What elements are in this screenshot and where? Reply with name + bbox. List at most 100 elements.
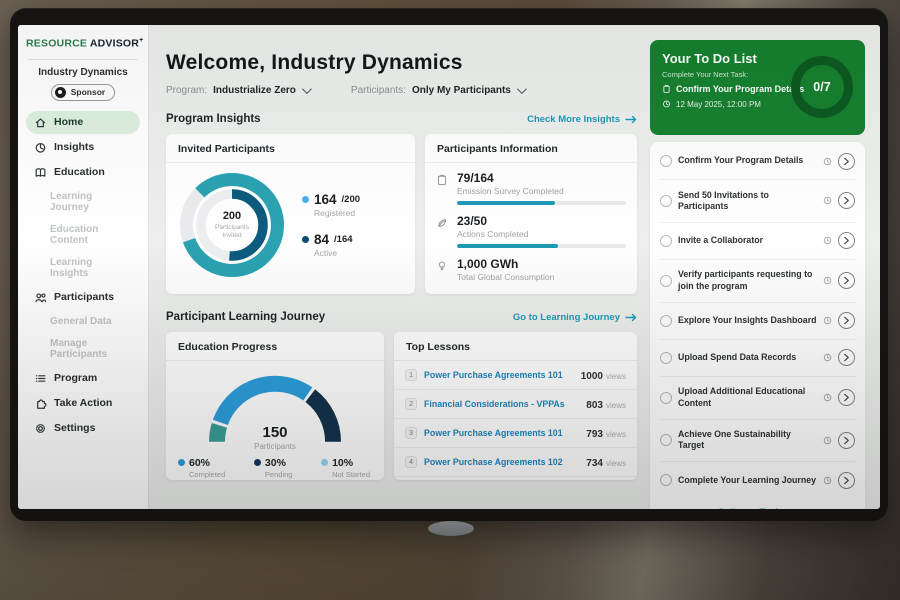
participants-filter-label: Participants: — [351, 85, 406, 96]
check-more-insights-link[interactable]: Check More Insights — [527, 114, 637, 125]
monitor-stand — [428, 521, 474, 536]
donut-legend: 164 /200 Registered 84 /164 — [302, 192, 360, 258]
lesson-row: 3 Power Purchase Agreements 101 793views — [394, 418, 637, 447]
program-dropdown[interactable]: Program: Industrialize Zero — [166, 85, 309, 96]
clock-icon — [823, 157, 832, 166]
sponsor-badge: Sponsor — [51, 84, 115, 101]
sidebar-item-home[interactable]: Home — [26, 111, 140, 134]
lesson-link[interactable]: Power Purchase Agreements 102 — [424, 457, 579, 467]
leaf-icon — [436, 217, 449, 248]
sidebar-item-general-data[interactable]: General Data — [26, 311, 140, 332]
sidebar-item-participants[interactable]: Participants — [26, 286, 140, 309]
task-checkbox[interactable] — [660, 474, 672, 486]
dashboard-screen: RESOURCE ADVISOR+ Industry Dynamics Spon… — [18, 25, 880, 509]
sponsor-label: Sponsor — [71, 87, 105, 97]
sidebar-item-education-content[interactable]: Education Content — [26, 219, 140, 251]
donut-center-label: Participants Invited — [208, 224, 256, 240]
clock-icon — [823, 276, 832, 285]
program-insights-header: Program Insights Check More Insights — [166, 113, 637, 125]
sidebar-item-learning-journey[interactable]: Learning Journey — [26, 186, 140, 218]
collapse-tasks-link[interactable]: Collapse Tasks — [660, 498, 855, 509]
clock-icon — [823, 316, 832, 325]
progress-bar — [457, 201, 626, 205]
top-lessons-card: Top Lessons 1 Power Purchase Agreements … — [394, 332, 637, 480]
legend-item: 30% Pending — [254, 457, 293, 479]
filter-bar: Program: Industrialize Zero Participants… — [166, 85, 637, 96]
task-row: Upload Additional Educational Content — [660, 376, 855, 419]
task-checkbox[interactable] — [660, 392, 672, 404]
gauge-center-value: 150 — [200, 424, 350, 441]
clock-icon — [823, 236, 832, 245]
todo-due-date: 12 May 2025, 12:00 PM — [676, 100, 761, 109]
arrow-right-icon — [625, 313, 637, 322]
todo-next-task: Confirm Your Program Details — [676, 84, 804, 94]
invited-participants-card: Invited Participants 200 Participants In… — [166, 134, 415, 294]
task-chevron-button[interactable] — [838, 349, 855, 366]
monitor-bezel: RESOURCE ADVISOR+ Industry Dynamics Spon… — [10, 8, 888, 521]
sidebar-item-education[interactable]: Education — [26, 161, 140, 184]
clock-icon — [823, 393, 832, 402]
go-to-learning-journey-link[interactable]: Go to Learning Journey — [513, 312, 637, 323]
sidebar-item-settings[interactable]: Settings — [26, 417, 140, 440]
settings-icon — [34, 422, 47, 435]
task-checkbox[interactable] — [660, 155, 672, 167]
clipboard-icon — [436, 174, 449, 205]
legend-dot-completed — [178, 459, 185, 466]
task-chevron-button[interactable] — [838, 232, 855, 249]
learning-cards-row: Education Progress 150 Participants — [166, 332, 637, 480]
task-checkbox[interactable] — [660, 235, 672, 247]
section-title-learning-journey: Participant Learning Journey — [166, 311, 325, 323]
lesson-row: 2 Financial Considerations - VPPAs 803vi… — [394, 389, 637, 418]
task-row: Complete Your Learning Journey — [660, 461, 855, 498]
legend-item: 60% Completed — [178, 457, 225, 479]
task-chevron-button[interactable] — [838, 153, 855, 170]
card-title: Participants Information — [425, 134, 637, 163]
program-filter-value: Industrialize Zero — [213, 85, 296, 96]
task-checkbox[interactable] — [660, 275, 672, 287]
arrow-right-icon — [625, 115, 637, 124]
gauge-legend: 60% Completed 30% Pending 10% — [166, 453, 384, 479]
sidebar-item-take-action[interactable]: Take Action — [26, 392, 140, 415]
task-chevron-button[interactable] — [838, 272, 855, 289]
sidebar-item-insights[interactable]: Insights — [26, 136, 140, 159]
section-title-program-insights: Program Insights — [166, 113, 261, 125]
task-checkbox[interactable] — [660, 352, 672, 364]
donut-center-value: 200 — [223, 210, 241, 222]
main-content: Welcome, Industry Dynamics Program: Indu… — [166, 25, 637, 509]
participants-information-card: Participants Information 79/164 Emission… — [425, 134, 637, 294]
chevron-down-icon — [517, 84, 527, 94]
sidebar-item-manage-participants[interactable]: Manage Participants — [26, 333, 140, 365]
task-row: Achieve One Sustainability Target — [660, 419, 855, 462]
lesson-link[interactable]: Financial Considerations - VPPAs — [424, 399, 579, 409]
card-title: Education Progress — [166, 332, 384, 361]
task-row: Explore Your Insights Dashboard — [660, 302, 855, 339]
sidebar-item-program[interactable]: Program — [26, 367, 140, 390]
stat-global-consumption: 1,000 GWh Total Global Consumption — [436, 257, 626, 282]
task-chevron-button[interactable] — [838, 389, 855, 406]
task-checkbox[interactable] — [660, 195, 672, 207]
participants-filter-value: Only My Participants — [412, 85, 511, 96]
org-name: Industry Dynamics — [26, 67, 140, 78]
lesson-link[interactable]: Power Purchase Agreements 101 — [424, 370, 574, 380]
task-chevron-button[interactable] — [838, 192, 855, 209]
program-icon — [34, 372, 47, 385]
participants-dropdown[interactable]: Participants: Only My Participants — [351, 85, 524, 96]
task-checkbox[interactable] — [660, 434, 672, 446]
stat-actions-completed: 23/50 Actions Completed — [436, 214, 626, 248]
task-chevron-button[interactable] — [838, 312, 855, 329]
legend-item: 84 /164 Active — [302, 232, 360, 258]
page-title: Welcome, Industry Dynamics — [166, 51, 637, 75]
legend-dot-registered — [302, 196, 309, 203]
program-filter-label: Program: — [166, 85, 207, 96]
clock-icon — [823, 476, 832, 485]
lesson-link[interactable]: Power Purchase Agreements 101 — [424, 428, 579, 438]
task-row: Upload Spend Data Records — [660, 339, 855, 376]
task-checkbox[interactable] — [660, 315, 672, 327]
task-row: Verify participants requesting to join t… — [660, 259, 855, 302]
todo-panel: Your To Do List Complete Your Next Task:… — [650, 25, 865, 509]
task-chevron-button[interactable] — [838, 432, 855, 449]
task-chevron-button[interactable] — [838, 472, 855, 489]
lesson-row: 5 Power Purchase Agreements 103 600views — [394, 476, 637, 480]
legend-dot-active — [302, 236, 309, 243]
sidebar-item-learning-insights[interactable]: Learning Insights — [26, 252, 140, 284]
